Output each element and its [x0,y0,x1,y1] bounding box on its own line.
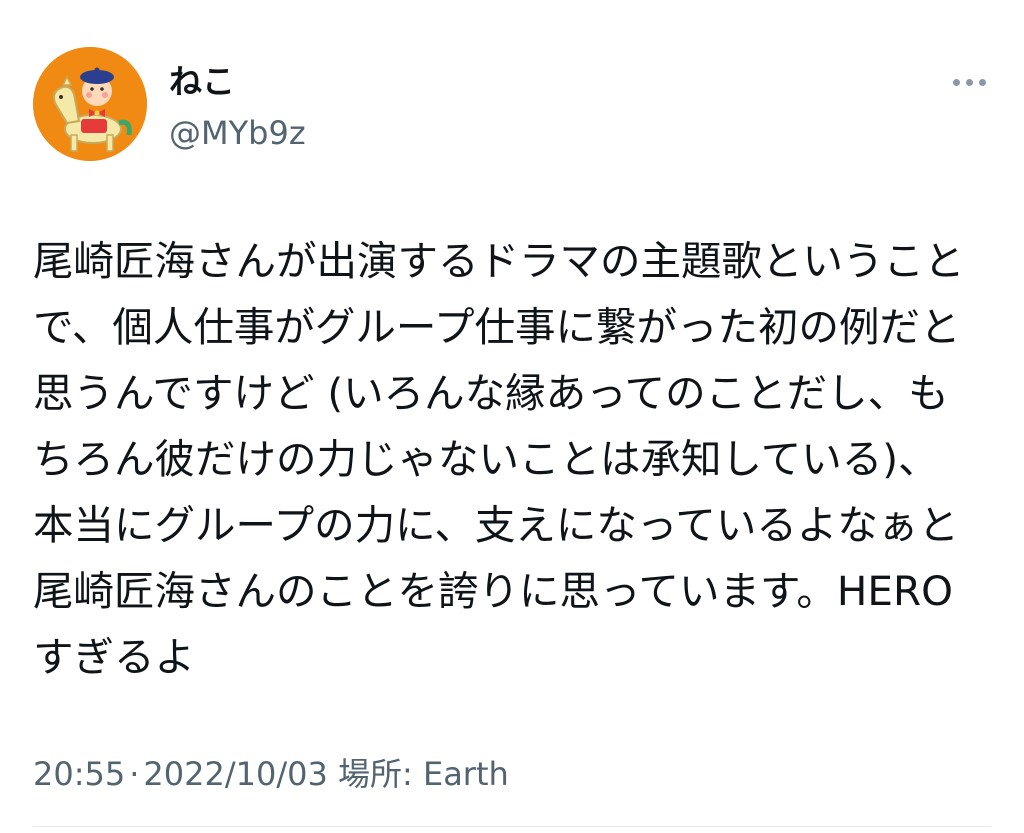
more-dots-icon [978,78,986,86]
tweet-text-line: 思うんですけど (いろんな縁あってのことだし、も [33,369,949,417]
cartoon-child-riding-horse-avatar-icon [33,47,147,161]
tweet-text-line: 尾崎匠海さんのことを誇りに思っています。HERO [33,567,953,615]
more-options-button[interactable] [944,66,994,98]
tweet-text-line: 本当にグループの力に、支えになっているよなぁと [33,501,959,549]
location-label: 場所: [338,755,413,793]
location-value[interactable]: Earth [423,755,509,793]
more-dots-icon [952,78,960,86]
user-handle[interactable]: @MYb9z [169,111,306,155]
tweet-text: 尾崎匠海さんが出演するドラマの主題歌ということ で、個人仕事がグループ仕事に繋が… [33,228,993,690]
avatar[interactable] [33,47,147,161]
tweet-time[interactable]: 20:55 [33,755,125,793]
meta-separator: · [129,755,140,793]
more-dots-icon [965,78,973,86]
tweet-text-line: 尾崎匠海さんが出演するドラマの主題歌ということ [33,237,965,285]
display-name[interactable]: ねこ [169,60,235,104]
tweet-date[interactable]: 2022/10/03 [143,755,327,793]
tweet-text-line: で、個人仕事がグループ仕事に繋がった初の例だと [33,303,961,351]
tweet-card: ねこ @MYb9z 尾崎匠海さんが出演するドラマの主題歌ということ で、個人仕事… [0,0,1024,833]
tweet-text-line: ちろん彼だけの力じゃないことは承知している)、 [33,435,939,483]
tweet-metadata: 20:55 · 2022/10/03 場所: Earth [33,750,509,798]
tweet-text-line: すぎるよ [33,633,195,681]
divider [33,826,991,827]
